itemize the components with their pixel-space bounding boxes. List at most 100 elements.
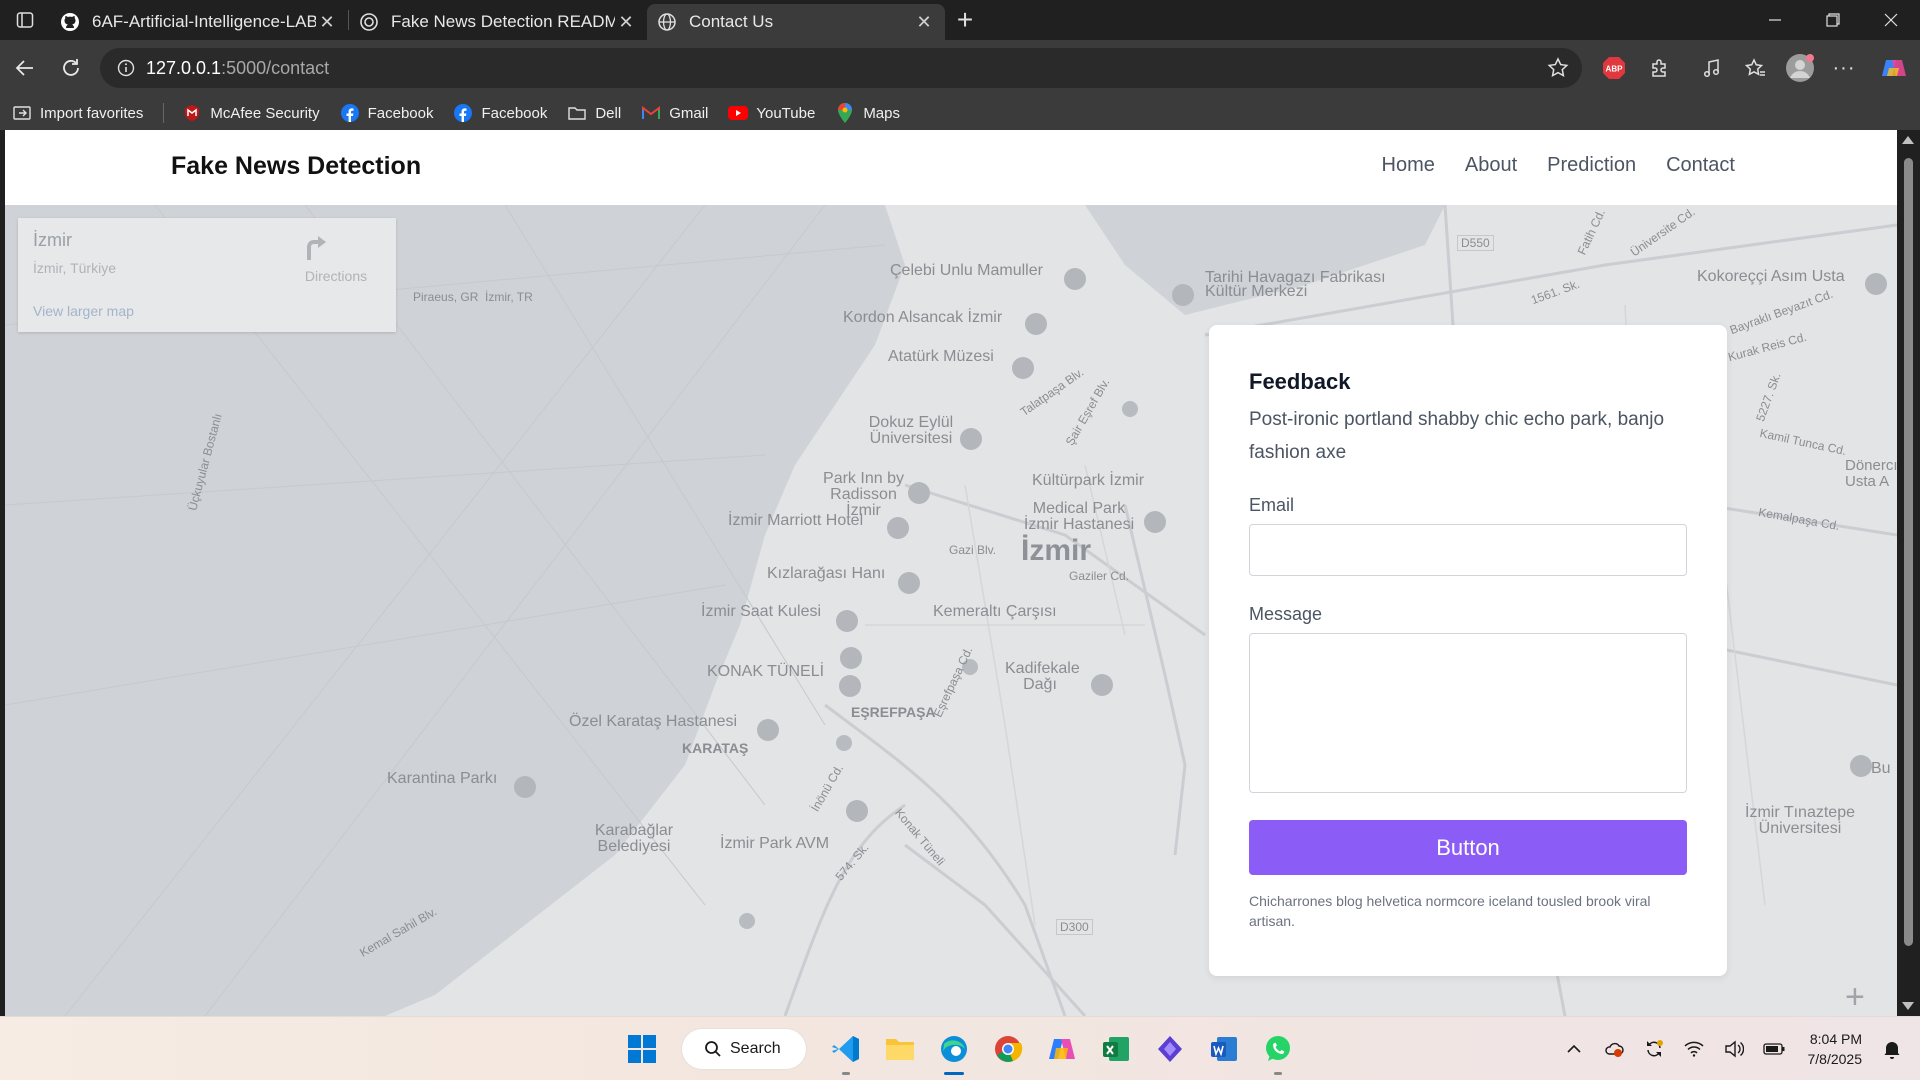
map-poi-label: Karantina Parkı: [387, 770, 498, 787]
nav-about-link[interactable]: About: [1465, 154, 1517, 177]
browser-tab-readme[interactable]: Fake News Detection README ✕: [349, 4, 647, 40]
map-zoom-in-button[interactable]: +: [1845, 978, 1865, 1016]
taskbar-whatsapp[interactable]: [1256, 1027, 1300, 1075]
feedback-description: Post-ironic portland shabby chic echo pa…: [1249, 409, 1665, 463]
bookmark-maps[interactable]: Maps: [835, 103, 900, 123]
scroll-up-arrow-icon[interactable]: [1902, 136, 1914, 144]
settings-more-button[interactable]: ···: [1824, 48, 1864, 88]
taskbar-clock[interactable]: 8:04 PM 7/8/2025: [1808, 1029, 1863, 1069]
show-hidden-icons-button[interactable]: [1554, 1029, 1594, 1069]
notification-center-button[interactable]: [1872, 1029, 1912, 1069]
tray-battery[interactable]: [1754, 1029, 1794, 1069]
windows-logo-icon: [628, 1035, 656, 1063]
back-arrow-icon: [15, 60, 33, 76]
email-field[interactable]: [1249, 524, 1687, 576]
maps-icon: [835, 103, 855, 123]
svg-text:ABP: ABP: [1606, 65, 1624, 74]
tab-title: 6AF-Artificial-Intelligence-LAB_CS: [92, 12, 316, 31]
reload-button[interactable]: [48, 48, 94, 88]
bookmark-label: Dell: [595, 104, 622, 122]
taskbar-edge[interactable]: [932, 1027, 976, 1075]
profile-button[interactable]: [1780, 48, 1820, 88]
view-larger-map-link[interactable]: View larger map: [33, 303, 134, 319]
site-info-icon[interactable]: [106, 59, 146, 77]
directions-icon: [301, 234, 371, 264]
bookmark-gmail[interactable]: Gmail: [641, 103, 708, 123]
tray-mcafee[interactable]: [1594, 1029, 1634, 1069]
url-text: 127.0.0.1:5000/contact: [146, 58, 329, 79]
nav-home-link[interactable]: Home: [1382, 154, 1435, 177]
submit-button[interactable]: Button: [1249, 820, 1687, 875]
taskbar-search-box[interactable]: Search: [682, 1029, 806, 1069]
map-poi-label: İzmir Marriott Hotel: [728, 512, 864, 529]
extensions-button[interactable]: [1640, 48, 1680, 88]
windows-taskbar: Search 8:04 PM 7/8/2025: [0, 1016, 1920, 1080]
tray-wifi[interactable]: [1674, 1029, 1714, 1069]
nav-prediction-link[interactable]: Prediction: [1547, 154, 1636, 177]
bookmark-facebook[interactable]: Facebook: [453, 103, 547, 123]
youtube-icon: [728, 103, 749, 123]
close-tab-icon[interactable]: ✕: [615, 11, 637, 33]
copilot-button[interactable]: [1874, 48, 1914, 88]
embedded-map[interactable]: Çelebi Unlu Mamuller Kordon Alsancak İzm…: [5, 205, 1897, 1016]
favorites-star-icon: [1744, 58, 1765, 76]
minimize-button[interactable]: [1746, 0, 1804, 40]
taskbar-excel[interactable]: [1094, 1027, 1138, 1071]
chevron-up-icon: [1566, 1044, 1581, 1053]
taskbar-app-diamond[interactable]: [1148, 1027, 1192, 1071]
close-tab-icon[interactable]: ✕: [316, 11, 338, 33]
url-host: 127.0.0.1: [146, 57, 222, 78]
directions-button[interactable]: Directions: [301, 234, 371, 284]
map-border-label: Piraeus, GR: [413, 290, 479, 304]
taskbar-vscode[interactable]: [824, 1027, 868, 1075]
map-poi-label: Kordon Alsancak İzmir: [843, 309, 1003, 326]
plus-icon: +: [956, 4, 974, 35]
favorite-star-icon[interactable]: [1546, 56, 1570, 85]
map-poi-label: Atatürk Müzesi: [888, 348, 994, 365]
map-road-shield: D550: [1457, 235, 1494, 251]
map-poi-label: KONAK TÜNELİ: [707, 663, 825, 680]
new-tab-button[interactable]: +: [945, 0, 985, 40]
taskbar-file-explorer[interactable]: [878, 1027, 922, 1071]
scrollbar-thumb[interactable]: [1904, 158, 1913, 946]
nav-contact-link[interactable]: Contact: [1666, 154, 1735, 177]
bookmark-import-favorites[interactable]: Import favorites: [12, 103, 143, 123]
search-label: Search: [730, 1040, 781, 1057]
restore-button[interactable]: [1804, 0, 1862, 40]
back-button[interactable]: [2, 48, 48, 88]
taskbar-chrome[interactable]: [986, 1027, 1030, 1071]
scroll-down-arrow-icon[interactable]: [1902, 1002, 1914, 1010]
map-poi-label: Özel Karataş Hastanesi: [569, 713, 738, 730]
clock-time: 8:04 PM: [1809, 1031, 1862, 1047]
reload-icon: [63, 59, 79, 76]
page-scrollbar[interactable]: [1897, 130, 1920, 1016]
start-button[interactable]: [620, 1027, 664, 1071]
map-poi-label: Kültürpark İzmir: [1032, 472, 1145, 489]
bookmark-facebook[interactable]: Facebook: [340, 103, 433, 123]
read-aloud-button[interactable]: [1692, 48, 1732, 88]
window-controls: [1746, 0, 1920, 40]
favorites-button[interactable]: [1735, 48, 1775, 88]
close-tab-icon[interactable]: ✕: [913, 11, 935, 33]
taskbar-copilot[interactable]: [1040, 1027, 1084, 1071]
adblock-extension-button[interactable]: ABP: [1594, 48, 1634, 88]
bookmark-mcafee[interactable]: McAfee Security: [182, 103, 320, 123]
site-brand[interactable]: Fake News Detection: [171, 152, 421, 181]
github-icon: [60, 12, 80, 32]
address-bar[interactable]: 127.0.0.1:5000/contact: [100, 48, 1582, 88]
diamond-app-icon: [1158, 1036, 1182, 1062]
bookmark-dell-folder[interactable]: Dell: [567, 103, 621, 123]
close-window-button[interactable]: [1862, 0, 1920, 40]
map-road-shield: D300: [1056, 919, 1093, 935]
active-indicator: [944, 1072, 964, 1075]
tab-actions-button[interactable]: [0, 0, 50, 40]
tray-sync[interactable]: [1634, 1029, 1674, 1069]
bookmark-youtube[interactable]: YouTube: [728, 103, 815, 123]
taskbar-word[interactable]: [1202, 1027, 1246, 1071]
browser-tab-github[interactable]: 6AF-Artificial-Intelligence-LAB_CS ✕: [50, 4, 348, 40]
globe-icon: [657, 12, 677, 32]
sync-icon: [1646, 1040, 1663, 1057]
browser-tab-contact[interactable]: Contact Us ✕: [647, 4, 945, 40]
message-textarea[interactable]: [1249, 633, 1687, 793]
tray-volume[interactable]: [1714, 1029, 1754, 1069]
